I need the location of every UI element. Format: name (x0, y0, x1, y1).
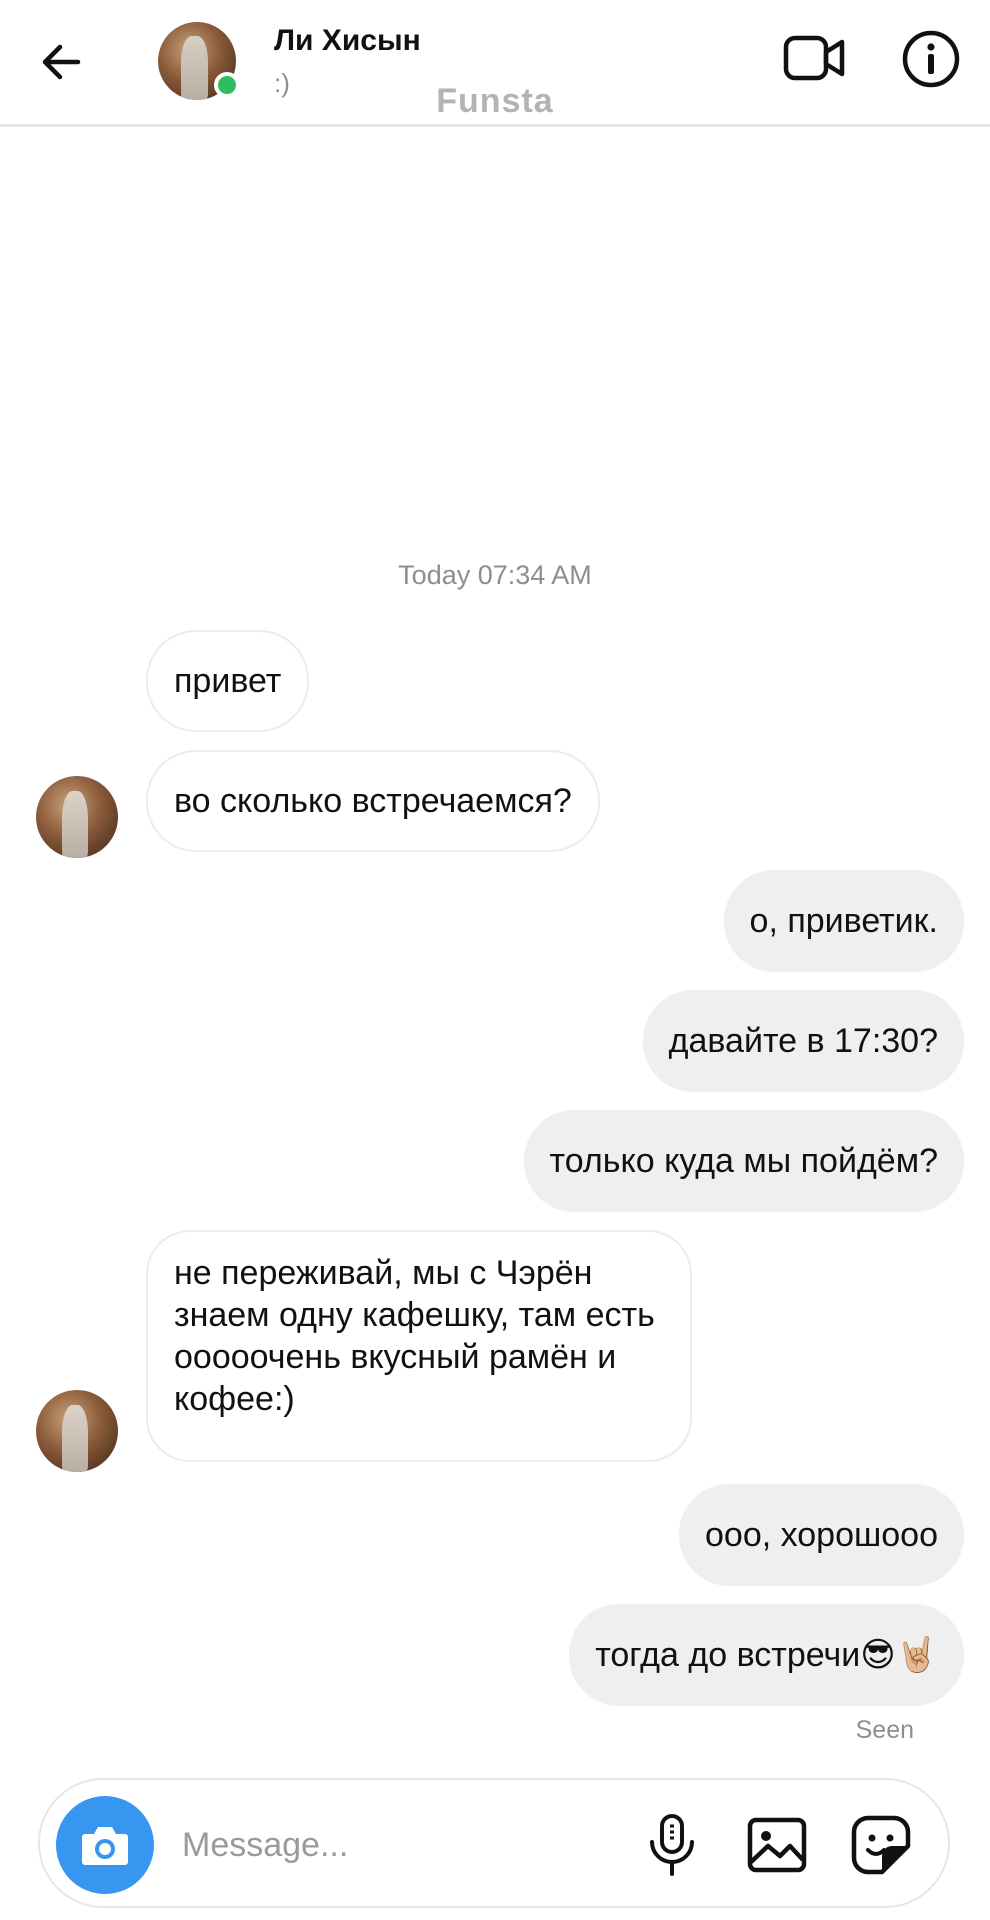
info-button[interactable] (900, 28, 962, 90)
message-text: ооо, хорошооо (705, 1516, 938, 1554)
message-text: тогда до встречи😎🤘🏼 (595, 1636, 938, 1674)
message-input[interactable] (180, 1816, 524, 1874)
message-text: давайте в 17:30? (668, 1022, 938, 1060)
thread-timestamp: Today 07:34 AM (398, 560, 592, 590)
seen-indicator: Seen (855, 1716, 914, 1744)
sticker-button[interactable] (850, 1814, 912, 1876)
sender-avatar[interactable] (36, 1390, 118, 1472)
gallery-button[interactable] (746, 1816, 808, 1874)
message-outgoing[interactable]: о, приветик. (723, 870, 964, 972)
message-outgoing[interactable]: ооо, хорошооо (679, 1484, 964, 1586)
video-call-button[interactable] (782, 30, 846, 86)
camera-icon (82, 1827, 128, 1865)
message-text: во сколько встречаемся? (174, 782, 572, 820)
message-outgoing[interactable]: тогда до встречи😎🤘🏼 (569, 1604, 964, 1706)
video-camera-icon (783, 35, 845, 81)
message-composer (38, 1778, 950, 1908)
message-outgoing[interactable]: давайте в 17:30? (642, 990, 964, 1092)
account-label: Funsta (436, 82, 554, 120)
message-incoming[interactable]: во сколько встречаемся? (146, 750, 600, 852)
info-icon (902, 30, 960, 88)
message-text: только куда мы пойдём? (549, 1142, 938, 1180)
microphone-icon (650, 1814, 694, 1876)
message-outgoing[interactable]: только куда мы пойдём? (523, 1110, 964, 1212)
message-text: о, приветик. (749, 902, 938, 940)
message-text: привет (174, 662, 282, 700)
chat-header: Ли Хисын :) Funsta (0, 0, 990, 127)
message-incoming[interactable]: привет (146, 630, 310, 732)
contact-name[interactable]: Ли Хисын (274, 24, 421, 58)
voice-message-button[interactable] (644, 1812, 700, 1878)
sticker-icon (851, 1815, 911, 1875)
sender-avatar[interactable] (36, 776, 118, 858)
camera-button[interactable] (56, 1796, 154, 1894)
image-icon (747, 1817, 807, 1873)
message-text: не переживай, мы с Чэрён знаем одну кафе… (174, 1254, 655, 1418)
message-incoming[interactable]: не переживай, мы с Чэрён знаем одну кафе… (146, 1230, 692, 1462)
